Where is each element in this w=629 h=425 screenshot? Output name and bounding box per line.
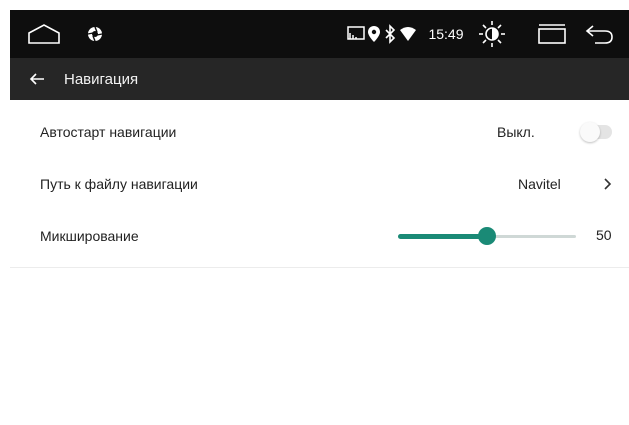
mixing-value: 50: [596, 227, 612, 243]
setting-row-autostart[interactable]: Автостарт навигации Выкл.: [10, 106, 629, 158]
slider-fill: [398, 234, 487, 239]
toggle-knob[interactable]: [580, 122, 600, 142]
arrow-left-icon[interactable]: [26, 68, 48, 90]
setting-row-path[interactable]: Путь к файлу навигации Navitel: [10, 158, 629, 210]
slider-thumb[interactable]: [478, 227, 496, 245]
screen-cast-icon: [347, 26, 365, 42]
path-value: Navitel: [518, 176, 561, 192]
list-divider: [10, 267, 629, 268]
location-pin-icon: [367, 25, 381, 43]
autostart-label: Автостарт навигации: [40, 124, 177, 140]
recent-apps-icon[interactable]: [536, 22, 568, 46]
home-icon[interactable]: [26, 22, 62, 46]
autostart-status: Выкл.: [497, 124, 535, 140]
bluetooth-icon: [384, 24, 396, 44]
screen-frame: 15:49 Навигация Автостарт навигации Выкл…: [10, 10, 629, 425]
wifi-icon: [400, 26, 416, 42]
app-bar: Навигация: [10, 58, 629, 100]
mixing-slider[interactable]: [398, 226, 576, 246]
path-label: Путь к файлу навигации: [40, 176, 198, 192]
autostart-toggle[interactable]: [580, 122, 612, 142]
mixing-label: Микширование: [40, 228, 139, 244]
brightness-icon[interactable]: [478, 20, 506, 48]
back-icon[interactable]: [583, 22, 615, 46]
clock-time: 15:49: [428, 26, 464, 42]
setting-row-mixing: Микширование 50: [10, 210, 629, 262]
chevron-right-icon[interactable]: [602, 174, 614, 194]
page-title: Навигация: [64, 70, 139, 88]
status-bar: 15:49: [10, 10, 629, 58]
camera-aperture-icon[interactable]: [86, 25, 104, 43]
